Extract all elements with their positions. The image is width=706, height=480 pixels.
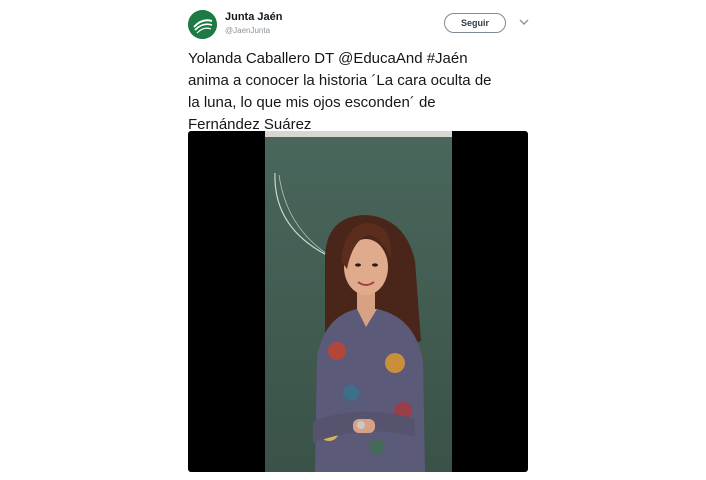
tweet-text: Yolanda Caballero DT @EducaAnd #Jaén ani… bbox=[188, 48, 538, 136]
chevron-down-icon[interactable] bbox=[516, 14, 532, 30]
author-name[interactable]: Junta Jaén bbox=[225, 11, 282, 23]
tweet-text-line: la luna, lo que mis ojos esconden´ de bbox=[188, 94, 436, 111]
author-handle[interactable]: @JaenJunta bbox=[225, 26, 270, 35]
tweet-text-line: anima a conocer la historia ´La cara ocu… bbox=[188, 72, 492, 89]
avatar[interactable] bbox=[188, 10, 217, 39]
follow-button[interactable]: Seguir bbox=[444, 13, 506, 33]
tweet-text-line: Yolanda Caballero DT @EducaAnd #Jaén bbox=[188, 50, 468, 67]
junta-logo-icon bbox=[188, 10, 217, 39]
tweet-card: Junta Jaén @JaenJunta Seguir Yolanda Cab… bbox=[170, 0, 542, 480]
video-thumbnail bbox=[265, 131, 452, 472]
video-player[interactable] bbox=[188, 131, 528, 472]
